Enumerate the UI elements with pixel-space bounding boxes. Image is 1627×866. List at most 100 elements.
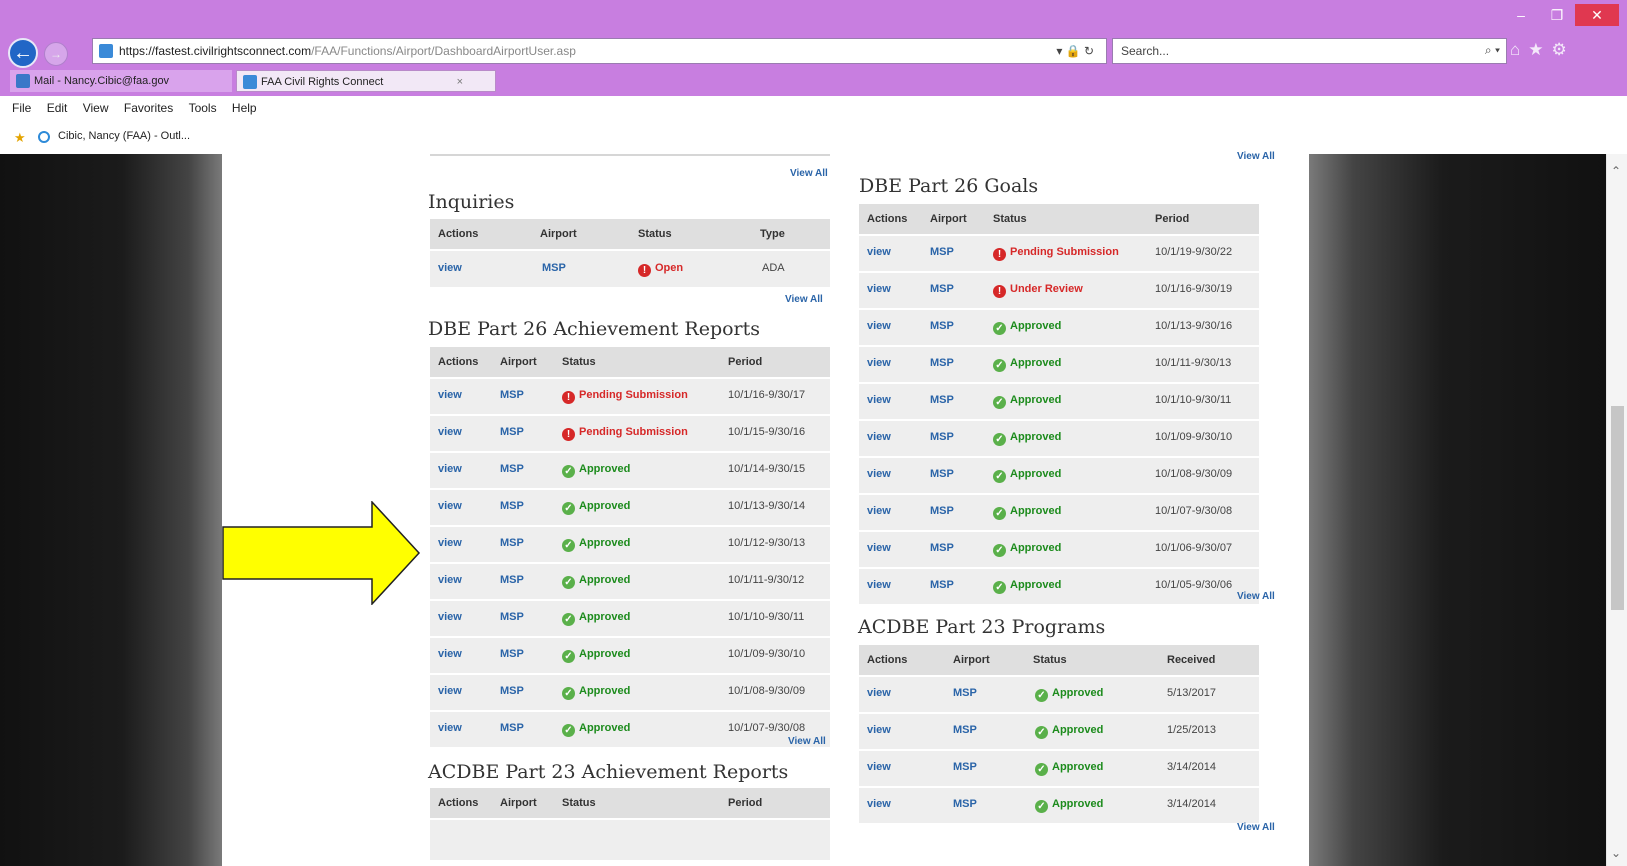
- airport-link[interactable]: MSP: [930, 532, 954, 565]
- airport-link[interactable]: MSP: [500, 638, 524, 671]
- airport-link[interactable]: MSP: [930, 384, 954, 417]
- airport-link[interactable]: MSP: [930, 569, 954, 602]
- view-link[interactable]: view: [867, 310, 891, 343]
- view-link[interactable]: view: [438, 416, 462, 449]
- menu-help[interactable]: Help: [232, 96, 257, 120]
- view-link[interactable]: view: [867, 236, 891, 269]
- view-link[interactable]: view: [438, 712, 462, 745]
- view-link[interactable]: view: [438, 527, 462, 560]
- check-circle-icon: ✓: [562, 539, 575, 552]
- view-link[interactable]: view: [867, 273, 891, 306]
- view-all-link[interactable]: View All: [1237, 151, 1275, 162]
- vertical-scrollbar[interactable]: ⌃ ⌄: [1606, 154, 1627, 866]
- view-link[interactable]: view: [867, 788, 891, 821]
- airport-link[interactable]: MSP: [930, 310, 954, 343]
- status-badge: ✓ Approved: [562, 453, 630, 486]
- airport-link[interactable]: MSP: [500, 527, 524, 560]
- airport-link[interactable]: MSP: [500, 712, 524, 745]
- menu-view[interactable]: View: [83, 96, 109, 120]
- col-header: Status: [562, 797, 596, 809]
- view-link[interactable]: view: [438, 251, 462, 285]
- view-all-link[interactable]: View All: [788, 736, 826, 747]
- view-all-link[interactable]: View All: [790, 168, 828, 179]
- scroll-up-icon[interactable]: ⌃: [1611, 164, 1621, 178]
- view-link[interactable]: view: [867, 495, 891, 528]
- menu-favorites[interactable]: Favorites: [124, 96, 173, 120]
- menu-tools[interactable]: Tools: [189, 96, 217, 120]
- airport-link[interactable]: MSP: [953, 788, 977, 821]
- search-box[interactable]: Search... ⌕ ▾: [1112, 38, 1507, 64]
- status-text: Approved: [1052, 687, 1104, 699]
- scroll-thumb[interactable]: [1611, 406, 1624, 610]
- search-icon[interactable]: ⌕ ▾: [1485, 43, 1500, 58]
- tab-faa-civil-rights[interactable]: FAA Civil Rights Connect ×: [236, 70, 496, 92]
- view-all-link[interactable]: View All: [1237, 591, 1275, 602]
- view-link[interactable]: view: [867, 714, 891, 747]
- airport-link[interactable]: MSP: [930, 458, 954, 491]
- view-link[interactable]: view: [867, 677, 891, 710]
- airport-link[interactable]: MSP: [500, 490, 524, 523]
- favorite-link[interactable]: Cibic, Nancy (FAA) - Outl...: [58, 130, 190, 142]
- airport-link[interactable]: MSP: [953, 751, 977, 784]
- airport-link[interactable]: MSP: [500, 453, 524, 486]
- favorites-bar: ★ Cibic, Nancy (FAA) - Outl...: [0, 120, 1627, 154]
- airport-link[interactable]: MSP: [542, 251, 566, 285]
- airport-link[interactable]: MSP: [930, 495, 954, 528]
- address-bar[interactable]: https://fastest.civilrightsconnect.com/F…: [92, 38, 1107, 64]
- check-circle-icon: ✓: [993, 396, 1006, 409]
- view-link[interactable]: view: [438, 490, 462, 523]
- status-badge: ! Pending Submission: [993, 236, 1119, 269]
- tab-mail[interactable]: Mail - Nancy.Cibic@faa.gov: [10, 70, 232, 92]
- dbe-achievement-table: Actions Airport Status Period view MSP! Pe…: [430, 347, 830, 747]
- airport-link[interactable]: MSP: [500, 601, 524, 634]
- view-link[interactable]: view: [438, 601, 462, 634]
- view-link[interactable]: view: [438, 675, 462, 708]
- add-favorite-star-icon[interactable]: ★: [14, 130, 26, 146]
- col-header: Period: [728, 356, 763, 368]
- airport-link[interactable]: MSP: [930, 236, 954, 269]
- view-link[interactable]: view: [867, 347, 891, 380]
- settings-gear-icon[interactable]: ⚙: [1552, 40, 1575, 59]
- tab-label: Mail - Nancy.Cibic@faa.gov: [34, 75, 170, 87]
- close-icon[interactable]: ✕: [1575, 4, 1619, 26]
- airport-link[interactable]: MSP: [500, 564, 524, 597]
- view-link[interactable]: view: [438, 564, 462, 597]
- menu-file[interactable]: File: [12, 96, 31, 120]
- view-all-link[interactable]: View All: [785, 294, 823, 305]
- airport-link[interactable]: MSP: [500, 416, 524, 449]
- view-all-link[interactable]: View All: [1237, 822, 1275, 833]
- view-link[interactable]: view: [867, 751, 891, 784]
- home-icon[interactable]: ⌂: [1510, 40, 1528, 59]
- airport-link[interactable]: MSP: [930, 347, 954, 380]
- airport-link[interactable]: MSP: [953, 714, 977, 747]
- table-row: view MSP ✓ Approved 10/1/12-9/30/13: [430, 525, 830, 562]
- view-link[interactable]: view: [867, 421, 891, 454]
- tab-close-icon[interactable]: ×: [457, 71, 463, 93]
- airport-link[interactable]: MSP: [953, 677, 977, 710]
- view-link[interactable]: view: [438, 453, 462, 486]
- check-circle-icon: ✓: [993, 322, 1006, 335]
- status-badge: ✓ Approved: [562, 527, 630, 560]
- menu-edit[interactable]: Edit: [47, 96, 68, 120]
- maximize-icon[interactable]: ❐: [1539, 4, 1575, 26]
- view-link[interactable]: view: [867, 458, 891, 491]
- lock-refresh-icon[interactable]: ▾ 🔒 ↻: [1056, 44, 1094, 58]
- airport-link[interactable]: MSP: [500, 675, 524, 708]
- view-link[interactable]: view: [438, 638, 462, 671]
- scroll-down-icon[interactable]: ⌄: [1611, 846, 1621, 860]
- exclamation-icon: !: [638, 264, 651, 277]
- favorites-star-icon[interactable]: ★: [1528, 40, 1551, 59]
- back-arrow-icon[interactable]: ←: [8, 38, 38, 68]
- view-link[interactable]: view: [867, 532, 891, 565]
- status-badge: ✓ Approved: [562, 564, 630, 597]
- airport-link[interactable]: MSP: [500, 379, 524, 412]
- status-badge: ✓ Approved: [1035, 751, 1103, 784]
- forward-arrow-icon[interactable]: →: [44, 42, 68, 66]
- minimize-icon[interactable]: –: [1503, 4, 1539, 26]
- view-link[interactable]: view: [438, 379, 462, 412]
- airport-link[interactable]: MSP: [930, 273, 954, 306]
- view-link[interactable]: view: [867, 569, 891, 602]
- view-link[interactable]: view: [867, 384, 891, 417]
- inquiries-table: Actions Airport Status Type view MSP! Open…: [430, 219, 830, 287]
- airport-link[interactable]: MSP: [930, 421, 954, 454]
